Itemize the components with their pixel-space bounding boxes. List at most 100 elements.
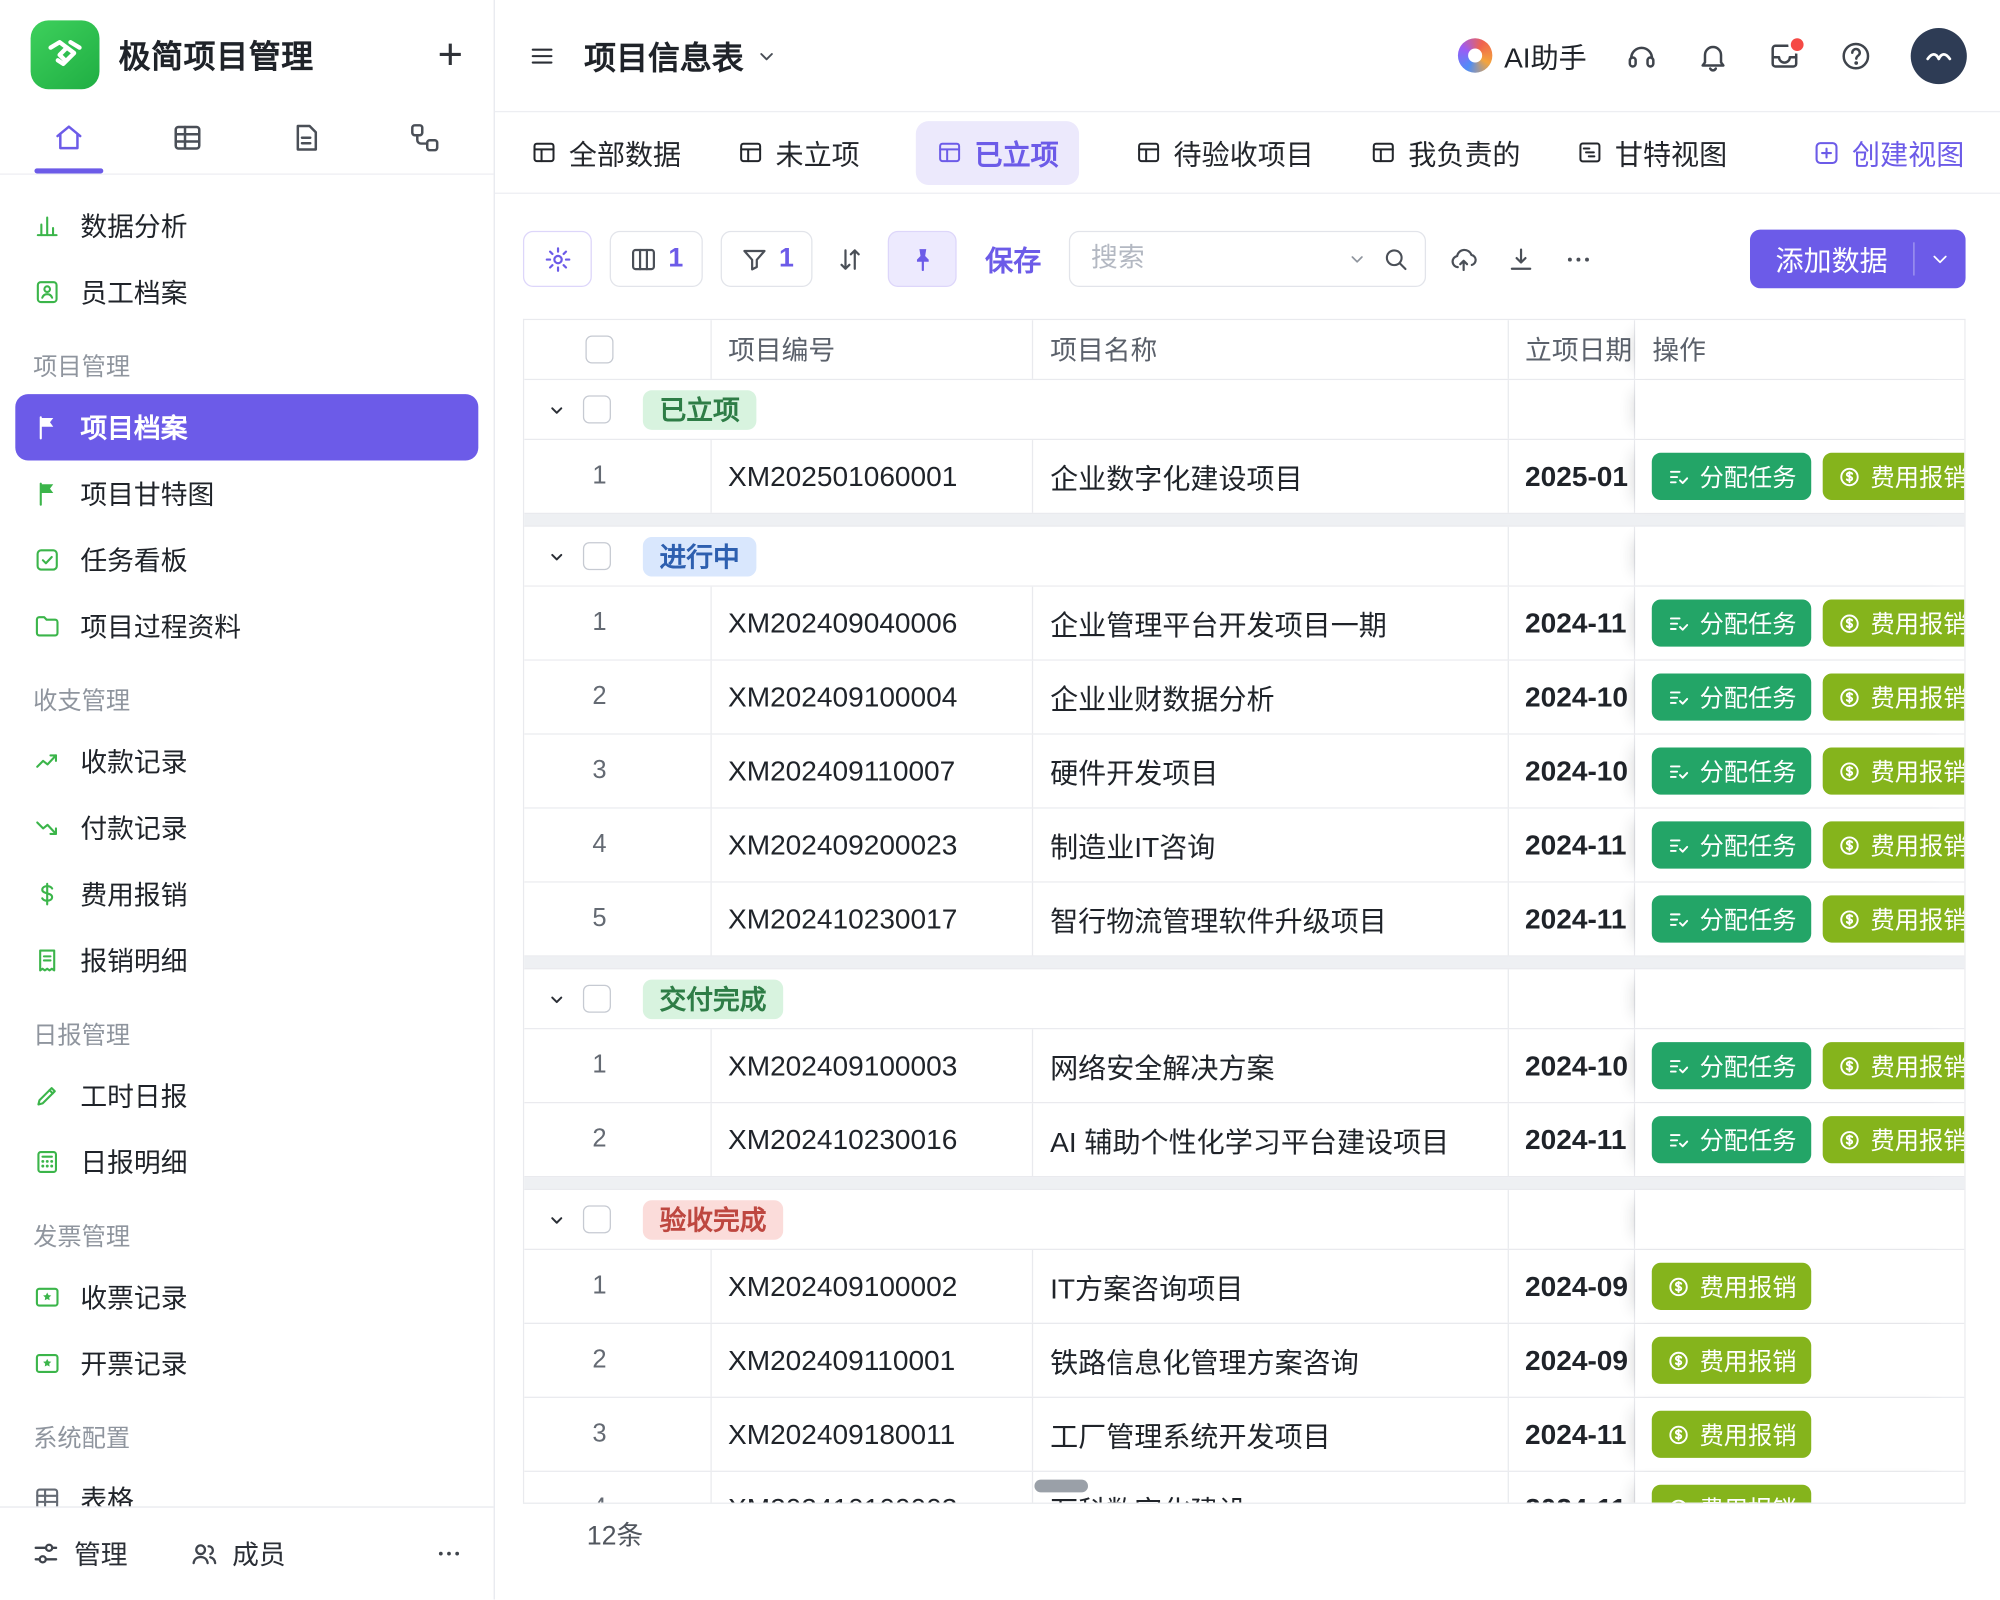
expense-claim-button[interactable]: 费用报销 [1823,1042,1964,1089]
expense-claim-button[interactable]: 费用报销 [1823,673,1964,720]
expense-claim-button[interactable]: 费用报销 [1823,599,1964,646]
expense-claim-button[interactable]: 费用报销 [1652,1337,1811,1384]
table-row[interactable]: 1XM202409040006企业管理平台开发项目一期2024-11分配任务费用… [524,587,1964,661]
table-row[interactable]: 4XM202409200023制造业IT咨询2024-11分配任务费用报销 [524,809,1964,883]
sidebar-item-dollar[interactable]: 费用报销 [15,861,478,927]
row-settings-button[interactable] [523,231,592,287]
project-name-cell[interactable]: 铁路信息化管理方案咨询 [1034,1324,1509,1397]
select-all-checkbox[interactable] [585,335,613,363]
project-date-cell[interactable]: 2024-09 [1508,1250,1635,1323]
add-workspace-button[interactable]: + [438,33,463,76]
filter-button[interactable]: 1 [720,231,813,287]
assign-task-button[interactable]: 分配任务 [1652,895,1811,942]
nav-tab-docs[interactable] [264,102,348,173]
project-name-cell[interactable]: 智行物流管理软件升级项目 [1034,883,1509,956]
add-data-dropdown[interactable] [1915,247,1966,270]
column-header-code[interactable]: 项目编号 [711,320,1033,379]
assign-task-button[interactable]: 分配任务 [1652,599,1811,646]
project-date-cell[interactable]: 2024-11 [1508,883,1635,956]
project-date-cell[interactable]: 2024-11 [1508,1472,1635,1503]
view-tab[interactable]: 待验收项目 [1135,132,1314,173]
project-name-cell[interactable]: 企业管理平台开发项目一期 [1034,587,1509,660]
ai-assistant-button[interactable]: AI助手 [1458,35,1587,76]
view-tab[interactable]: 已立项 [916,121,1079,185]
nav-tab-tables[interactable] [146,102,230,173]
sidebar-item-flag[interactable]: 项目甘特图 [15,460,478,526]
table-switcher-button[interactable] [754,43,780,69]
search-box[interactable] [1069,231,1426,287]
project-name-cell[interactable]: 硬件开发项目 [1034,735,1509,808]
project-date-cell[interactable]: 2024-11 [1508,1103,1635,1176]
assign-task-button[interactable]: 分配任务 [1652,1116,1811,1163]
expense-claim-button[interactable]: 费用报销 [1823,821,1964,868]
sidebar-item-trendup[interactable]: 收款记录 [15,728,478,794]
expense-claim-button[interactable]: 费用报销 [1652,1485,1811,1503]
add-data-button[interactable]: 添加数据 [1750,230,1966,289]
view-tab[interactable]: 未立项 [737,132,859,173]
view-tab[interactable]: 全部数据 [531,132,682,173]
group-checkbox[interactable] [583,1205,611,1233]
user-avatar[interactable] [1911,27,1967,83]
project-code-cell[interactable]: XM202409040006 [711,587,1033,660]
column-header-name[interactable]: 项目名称 [1034,320,1509,379]
expense-claim-button[interactable]: 费用报销 [1823,1116,1964,1163]
assign-task-button[interactable]: 分配任务 [1652,453,1811,500]
project-code-cell[interactable]: XM202409200023 [711,809,1033,882]
sidebar-item-folder[interactable]: 项目过程资料 [15,593,478,659]
table-row[interactable]: 2XM202410230016AI 辅助个性化学习平台建设项目2024-11分配… [524,1103,1964,1177]
project-date-cell[interactable]: 2025-01 [1508,440,1635,513]
pin-button[interactable] [888,231,957,287]
members-button[interactable]: 成员 [189,1535,286,1573]
sidebar-item-receipt[interactable]: 报销明细 [15,927,478,993]
project-name-cell[interactable]: 企业数字化建设项目 [1034,440,1509,513]
sidebar-item-ticket[interactable]: 开票记录 [15,1330,478,1396]
project-code-cell[interactable]: XM202409100002 [711,1250,1033,1323]
view-tab[interactable]: 我负责的 [1370,132,1521,173]
sidebar-item-trenddown[interactable]: 付款记录 [15,795,478,861]
project-date-cell[interactable]: 2024-10 [1508,1029,1635,1102]
search-scope-chevron-icon[interactable] [1346,247,1369,270]
help-button[interactable] [1839,39,1872,72]
project-code-cell[interactable]: XM202409100003 [711,1029,1033,1102]
collapse-group-button[interactable] [546,399,568,421]
project-code-cell[interactable]: XM202501060001 [711,440,1033,513]
group-checkbox[interactable] [583,985,611,1013]
table-row[interactable]: 3XM202409110007硬件开发项目2024-10分配任务费用报销 [524,735,1964,809]
expense-claim-button[interactable]: 费用报销 [1823,747,1964,794]
project-name-cell[interactable]: 企业业财数据分析 [1034,661,1509,734]
save-button[interactable]: 保存 [985,239,1041,280]
project-code-cell[interactable]: XM202409100004 [711,661,1033,734]
project-code-cell[interactable]: XM202410100003 [711,1472,1033,1503]
project-date-cell[interactable]: 2024-09 [1508,1324,1635,1397]
collapse-sidebar-button[interactable] [528,41,556,69]
project-date-cell[interactable]: 2024-10 [1508,735,1635,808]
assign-task-button[interactable]: 分配任务 [1652,747,1811,794]
table-row[interactable]: 4XM202410100003万科数字化建设2024-11费用报销 [524,1472,1964,1503]
project-name-cell[interactable]: 工厂管理系统开发项目 [1034,1398,1509,1471]
collapse-group-button[interactable] [546,545,568,567]
project-name-cell[interactable]: 万科数字化建设 [1034,1472,1509,1503]
project-code-cell[interactable]: XM202410230016 [711,1103,1033,1176]
hidden-fields-button[interactable]: 1 [610,231,703,287]
expense-claim-button[interactable]: 费用报销 [1823,895,1964,942]
expense-claim-button[interactable]: 费用报销 [1823,453,1964,500]
support-button[interactable] [1625,39,1658,72]
view-tab[interactable]: 甘特视图 [1577,132,1728,173]
table-row[interactable]: 2XM202409110001铁路信息化管理方案咨询2024-09费用报销 [524,1324,1964,1398]
sidebar-item-chart[interactable]: 数据分析 [15,193,478,259]
manage-button[interactable]: 管理 [31,1535,128,1573]
nav-tab-workflow[interactable] [382,102,466,173]
sidebar-item-flag[interactable]: 项目档案 [15,394,478,460]
table-row[interactable]: 5XM202410230017智行物流管理软件升级项目2024-11分配任务费用… [524,883,1964,957]
project-code-cell[interactable]: XM202409110001 [711,1324,1033,1397]
expense-claim-button[interactable]: 费用报销 [1652,1411,1811,1458]
project-date-cell[interactable]: 2024-11 [1508,809,1635,882]
horizontal-scrollbar-thumb[interactable] [1034,1480,1088,1493]
table-row[interactable]: 2XM202409100004企业业财数据分析2024-10分配任务费用报销 [524,661,1964,735]
search-input[interactable] [1089,242,1334,275]
sidebar-item-calc[interactable]: 日报明细 [15,1129,478,1195]
search-icon[interactable] [1382,245,1410,273]
project-date-cell[interactable]: 2024-10 [1508,661,1635,734]
nav-tab-home[interactable] [27,102,111,173]
group-checkbox[interactable] [583,542,611,570]
